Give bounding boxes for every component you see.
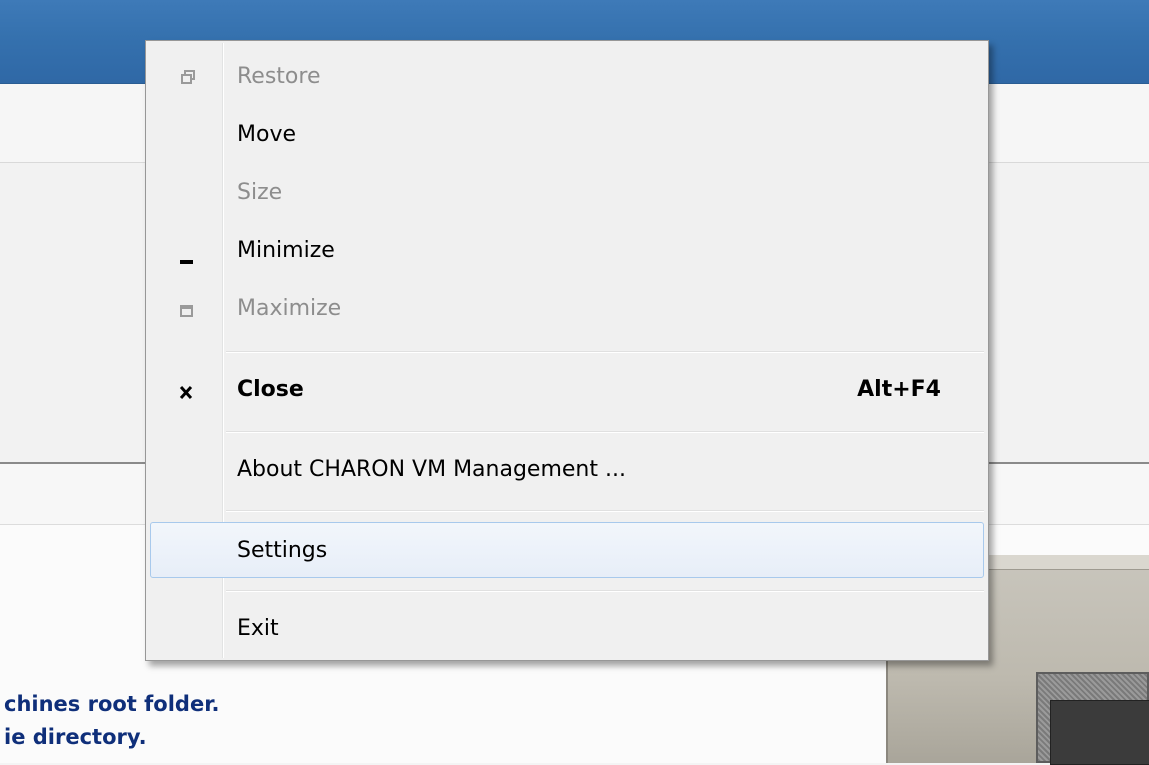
menu-item-label: Size (237, 180, 283, 205)
background-text: chines root folder. ie directory. (4, 688, 220, 754)
minimize-icon (172, 223, 202, 279)
menu-item-label: Move (237, 122, 296, 147)
menu-separator (226, 431, 984, 433)
close-icon (172, 362, 202, 418)
menu-item-label: Close (237, 377, 304, 402)
menu-item-size[interactable]: Size (150, 165, 984, 221)
menu-separator (226, 351, 984, 353)
menu-item-label: Maximize (237, 296, 342, 321)
background-image-detail-inner (1050, 700, 1149, 765)
menu-item-label: Settings (237, 538, 328, 563)
menu-separator (226, 590, 984, 592)
system-context-menu: Restore Move Size Minimize Maximize Clos… (145, 40, 989, 661)
menu-separator (226, 510, 984, 512)
menu-item-label: Minimize (237, 238, 335, 263)
menu-item-exit[interactable]: Exit (150, 601, 984, 657)
menu-item-label: Restore (237, 64, 321, 89)
menu-item-label: About CHARON VM Management ... (237, 457, 626, 482)
menu-item-label: Exit (237, 616, 279, 641)
background-text-line: chines root folder. (4, 692, 220, 716)
menu-item-close[interactable]: Close Alt+F4 (150, 362, 984, 418)
menu-item-settings[interactable]: Settings (150, 522, 984, 578)
menu-item-restore[interactable]: Restore (150, 49, 984, 105)
menu-item-about[interactable]: About CHARON VM Management ... (150, 442, 984, 498)
menu-item-maximize[interactable]: Maximize (150, 281, 984, 337)
menu-item-move[interactable]: Move (150, 107, 984, 163)
background-text-line: ie directory. (4, 725, 147, 749)
menu-item-minimize[interactable]: Minimize (150, 223, 984, 279)
restore-icon (172, 49, 202, 105)
menu-item-shortcut: Alt+F4 (857, 377, 941, 402)
maximize-icon (172, 281, 202, 337)
